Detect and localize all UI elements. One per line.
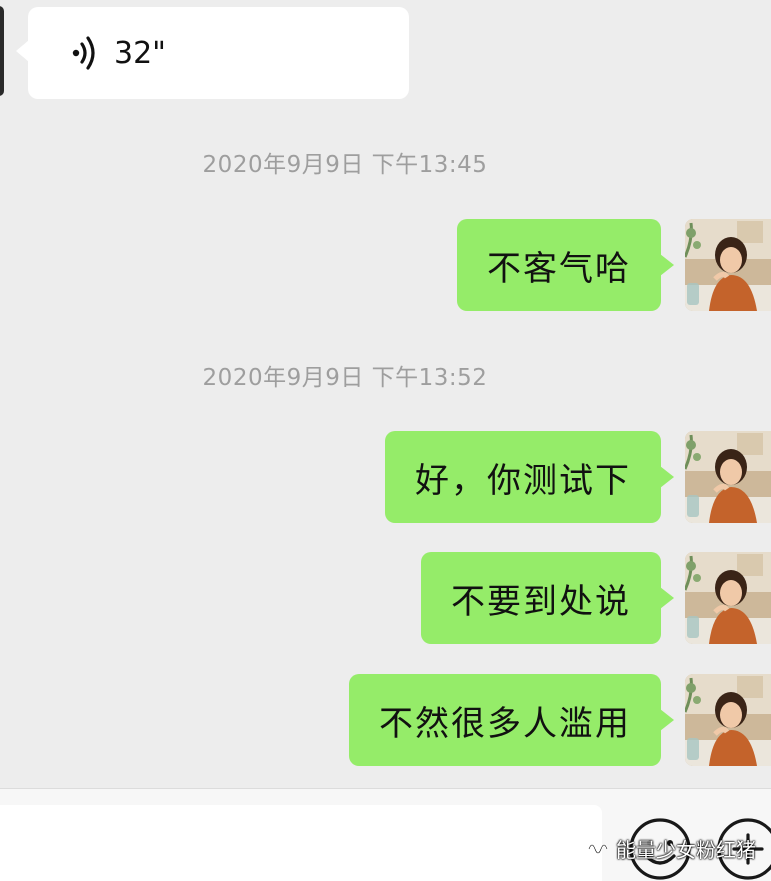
chat-screen: 32" 2020年9月9日 下午13:45 不客气哈 2020年9月9日 下午1… [0, 0, 771, 881]
outgoing-message: 不然很多人滥用 [0, 674, 771, 768]
peer-avatar[interactable] [0, 6, 4, 96]
watermark: 能量少女粉红猪 [586, 834, 756, 863]
wechat-channel-icon [587, 843, 609, 854]
timestamp: 2020年9月9日 下午13:52 [202, 365, 488, 391]
outgoing-message: 不客气哈 [0, 219, 771, 313]
my-avatar[interactable] [685, 219, 771, 311]
outgoing-bubble[interactable]: 不然很多人滥用 [349, 674, 674, 766]
outgoing-bubble[interactable]: 不要到处说 [421, 552, 674, 644]
outgoing-message: 好，你测试下 [0, 431, 771, 525]
watermark-label: 能量少女粉红猪 [616, 838, 756, 862]
voice-message-bubble[interactable]: 32" [16, 7, 409, 99]
timestamp: 2020年9月9日 下午13:45 [202, 152, 488, 178]
outgoing-message: 不要到处说 [0, 552, 771, 646]
outgoing-bubble[interactable]: 好，你测试下 [385, 431, 674, 523]
my-avatar[interactable] [685, 431, 771, 523]
message-input[interactable] [0, 805, 602, 881]
my-avatar[interactable] [685, 674, 771, 766]
voice-wave-icon [72, 36, 95, 70]
my-avatar[interactable] [685, 552, 771, 644]
voice-duration: 32" [114, 35, 166, 71]
outgoing-bubble[interactable]: 不客气哈 [457, 219, 674, 311]
